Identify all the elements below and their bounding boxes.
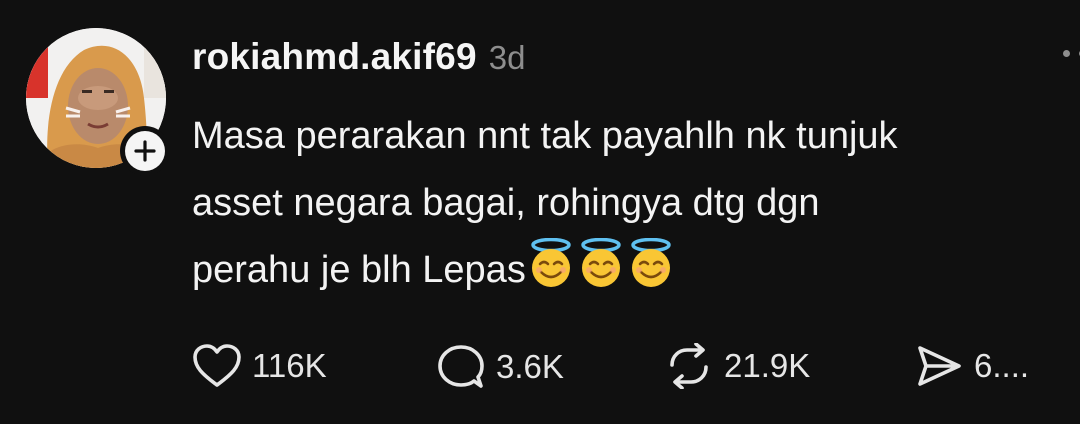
repost-button[interactable]: 21.9K: [664, 343, 810, 389]
reply-button[interactable]: 3.6K: [436, 343, 564, 391]
username-link[interactable]: rokiahmd.akif69: [192, 36, 477, 78]
action-bar: 116K 3.6K 21.9K 6....: [192, 343, 1080, 403]
post-body: Masa perarakan nnt tak payahlh nk tunjuk…: [192, 103, 1072, 304]
timestamp: 3d: [488, 39, 526, 76]
more-dots-icon: [1063, 50, 1070, 57]
post-header: rokiahmd.akif69 3d: [192, 36, 525, 78]
more-options-button[interactable]: [1063, 50, 1080, 57]
follow-button[interactable]: [120, 126, 170, 176]
heart-icon: [193, 344, 241, 387]
avatar-container[interactable]: [26, 28, 172, 176]
emoji-group: [528, 238, 674, 288]
speech-bubble-icon: [438, 345, 484, 388]
post-text-line-last: perahu je blh Lepas: [192, 237, 1072, 304]
share-button[interactable]: 6....: [914, 343, 1029, 389]
plus-icon: [134, 140, 156, 162]
like-count: 116K: [252, 347, 327, 384]
post-text-line: perahu je blh Lepas: [192, 249, 526, 291]
send-icon: [918, 346, 961, 386]
share-count: 6....: [974, 347, 1030, 384]
smiling-face-with-halo-icon: [581, 238, 621, 287]
post-text-line: Masa perarakan nnt tak payahlh nk tunjuk: [192, 115, 898, 157]
reply-count: 3.6K: [496, 348, 564, 385]
repost-count: 21.9K: [724, 347, 811, 384]
like-button[interactable]: 116K: [192, 343, 327, 389]
post-text-line: asset negara bagai, rohingya dtg dgn: [192, 182, 820, 224]
smiling-face-with-halo-icon: [531, 238, 571, 287]
smiling-face-with-halo-icon: [631, 238, 671, 287]
repost-icon: [670, 343, 708, 389]
